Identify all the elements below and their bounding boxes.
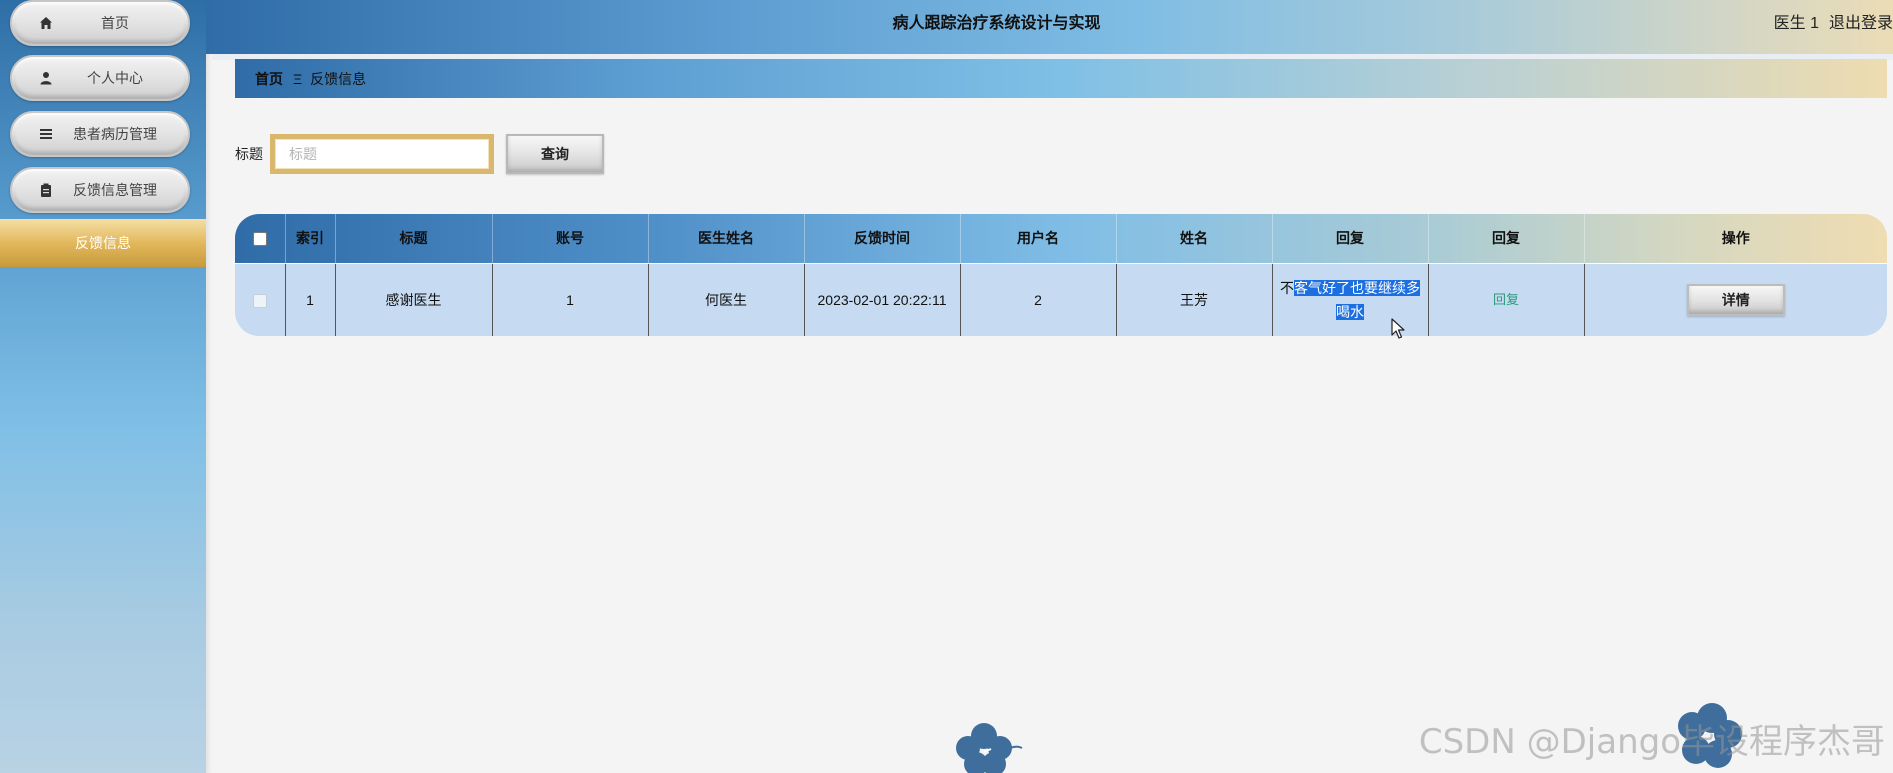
search-label: 标题 <box>235 146 263 162</box>
column-header: 姓名 <box>1116 214 1273 263</box>
cell-feedback-time: 2023-02-01 20:22:11 <box>804 262 961 336</box>
reply-link[interactable]: 回复 <box>1493 292 1519 307</box>
sidebar-item-feedback-info[interactable]: 反馈信息 <box>0 219 206 267</box>
column-header: 用户名 <box>960 214 1117 263</box>
mouse-cursor-icon <box>1391 318 1405 339</box>
detail-button[interactable]: 详情 <box>1686 283 1785 316</box>
sidebar-shadow <box>206 54 212 773</box>
app-title: 病人跟踪治疗系统设计与实现 <box>892 15 1101 32</box>
search-input[interactable] <box>270 134 494 174</box>
cell-actions: 详情 <box>1584 262 1887 336</box>
column-header: 医生姓名 <box>648 214 805 263</box>
user-icon <box>38 70 54 86</box>
column-header: 回复 <box>1428 214 1585 263</box>
cell-index: 1 <box>285 262 336 336</box>
row-checkbox[interactable] <box>252 294 267 309</box>
select-all-checkbox[interactable] <box>252 232 267 247</box>
sidebar-item-home[interactable]: 首页 <box>10 0 190 46</box>
row-select-cell <box>235 262 286 336</box>
column-header: 反馈时间 <box>804 214 961 263</box>
sidebar-item-profile[interactable]: 个人中心 <box>10 55 190 101</box>
list-icon <box>38 126 54 142</box>
clipboard-icon <box>38 182 54 198</box>
watermark: CSDN @Django毕设程序杰哥 <box>1418 722 1885 762</box>
cell-reply-action: 回复 <box>1428 262 1585 336</box>
breadcrumb-home[interactable]: 首页 <box>255 69 283 89</box>
user-label: 医生 1 <box>1773 15 1819 32</box>
cell-name: 王芳 <box>1116 262 1273 336</box>
column-header: 索引 <box>285 214 336 263</box>
cell-doctor-name: 何医生 <box>648 262 805 336</box>
feedback-table: 索引 标题 账号 医生姓名 反馈时间 用户名 姓名 回复 回复 操作 1 感谢医… <box>235 214 1887 336</box>
cell-username: 2 <box>960 262 1117 336</box>
reply-text-selected: 客气好了也要继续多喝水 <box>1294 279 1420 320</box>
select-all-cell <box>235 214 286 263</box>
user-area: 医生 1 退出登录 <box>1774 0 1893 48</box>
search-bar: 标题 查询 <box>235 134 604 174</box>
table-header-row: 索引 标题 账号 医生姓名 反馈时间 用户名 姓名 回复 回复 操作 <box>235 214 1887 263</box>
table-row: 1 感谢医生 1 何医生 2023-02-01 20:22:11 2 王芳 不客… <box>235 262 1887 336</box>
cell-account: 1 <box>492 262 649 336</box>
column-header: 账号 <box>492 214 649 263</box>
breadcrumb-current: 反馈信息 <box>310 70 367 87</box>
sidebar: 首页 个人中心 患者病历管理 反馈信息管理 反馈信息 <box>0 0 206 773</box>
cell-title: 感谢医生 <box>335 262 493 336</box>
clover-decoration-icon <box>956 723 1023 773</box>
home-icon <box>38 15 54 31</box>
column-header: 操作 <box>1721 230 1750 247</box>
header: 病人跟踪治疗系统设计与实现 医生 1 退出登录 <box>206 0 1893 54</box>
column-header: 标题 <box>335 214 493 263</box>
reply-text-plain: 不 <box>1280 279 1294 296</box>
search-button[interactable]: 查询 <box>506 134 604 174</box>
breadcrumb-separator-icon: Ξ <box>293 70 303 87</box>
breadcrumb: 首页 Ξ 反馈信息 <box>235 59 1887 98</box>
sidebar-item-feedback-management[interactable]: 反馈信息管理 <box>10 167 190 213</box>
sidebar-item-patient-records[interactable]: 患者病历管理 <box>10 111 190 157</box>
logout-link[interactable]: 退出登录 <box>1829 15 1893 32</box>
column-header: 回复 <box>1272 214 1429 263</box>
